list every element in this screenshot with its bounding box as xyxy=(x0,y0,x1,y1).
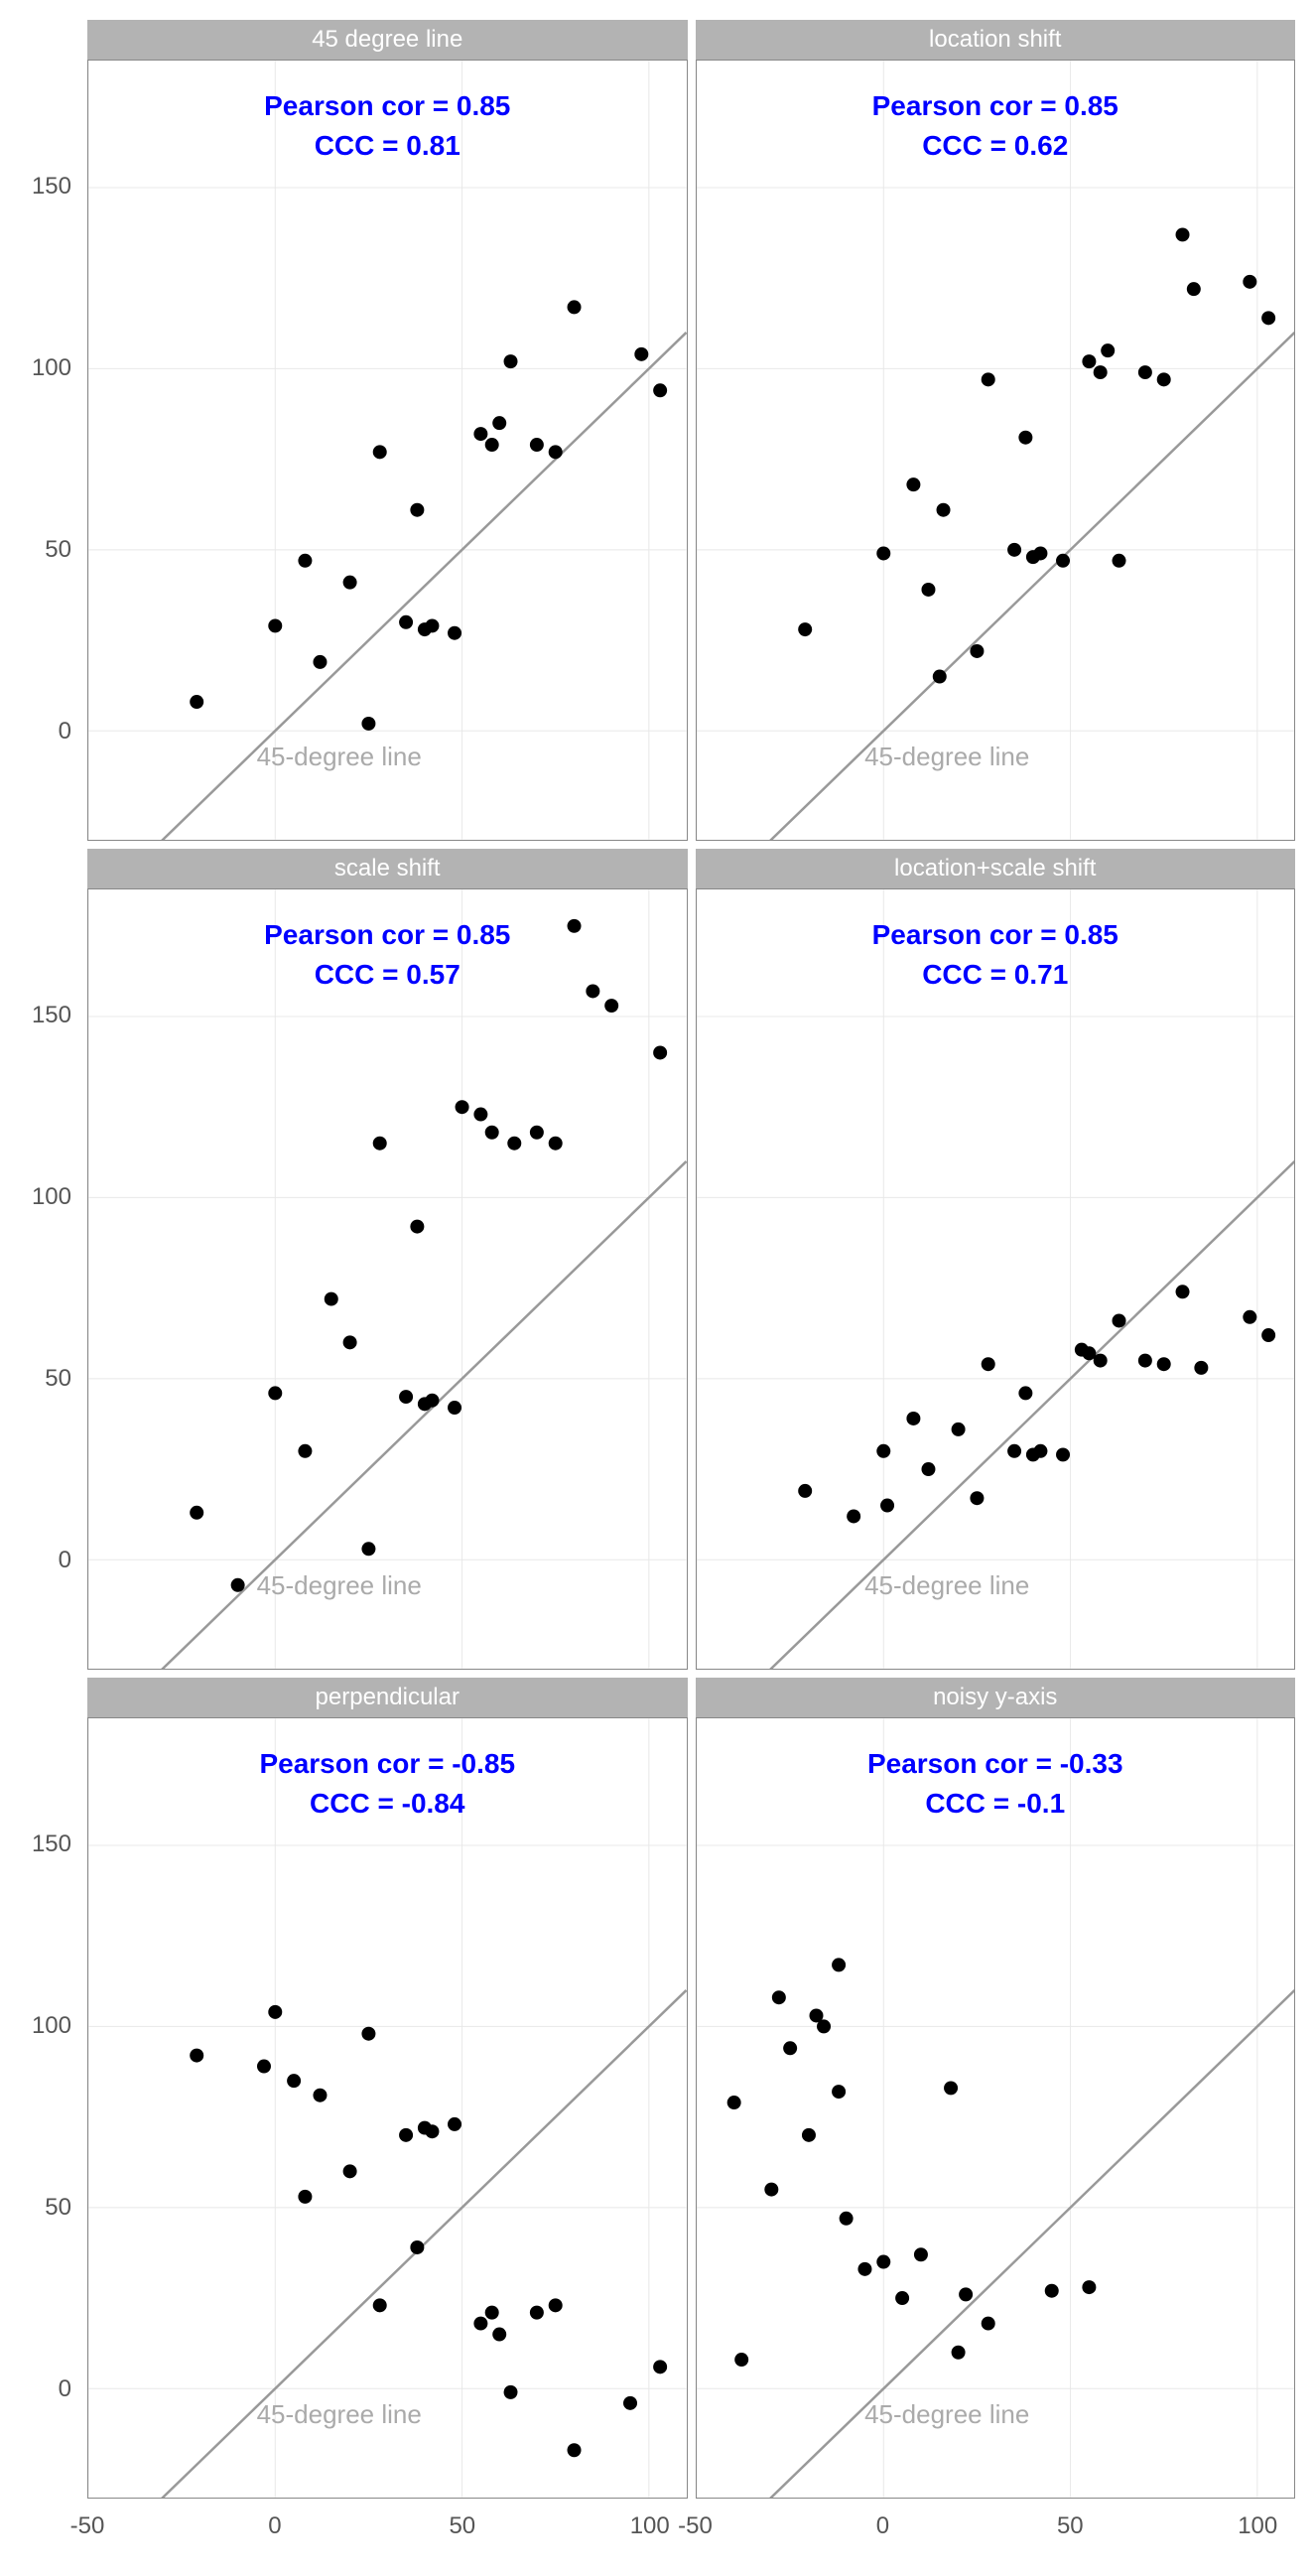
x-axis-col-2: -50050100 xyxy=(696,2507,1296,2556)
y-tick-label: 0 xyxy=(59,1547,71,1574)
y-tick-label: 150 xyxy=(32,1002,71,1029)
ccc-label: CCC = 0.81 xyxy=(315,130,460,162)
panel-noisy-y-axis: noisy y-axis Pearson cor = -0.33 CCC = -0.… xyxy=(696,1678,1296,2499)
reference-line-label: 45-degree line xyxy=(864,2399,1029,2430)
reference-line-label: 45-degree line xyxy=(864,1570,1029,1601)
pearson-label: Pearson cor = 0.85 xyxy=(264,90,510,122)
facet-strip: 45 degree line xyxy=(87,20,688,60)
y-tick-label: 50 xyxy=(45,2194,71,2222)
x-tick-label: 50 xyxy=(449,2512,475,2540)
reference-line-label: 45-degree line xyxy=(864,742,1029,772)
facet-strip: location shift xyxy=(696,20,1296,60)
ccc-label: CCC = -0.84 xyxy=(310,1788,464,1820)
y-tick-label: 100 xyxy=(32,354,71,382)
facet-strip: location+scale shift xyxy=(696,849,1296,888)
ccc-label: CCC = 0.57 xyxy=(315,959,460,991)
plot-area: Pearson cor = 0.85 CCC = 0.62 45-degree li… xyxy=(696,60,1296,841)
y-axis-row-3: 0 50 100 150 xyxy=(20,1678,79,2499)
x-tick-label: 100 xyxy=(630,2512,670,2540)
plot-area: Pearson cor = -0.85 CCC = -0.84 45-degree … xyxy=(87,1717,688,2499)
panel-location-scale-shift: location+scale shift Pearson cor = 0.85 CC… xyxy=(696,849,1296,1670)
y-tick-label: 50 xyxy=(45,536,71,564)
y-tick-label: 150 xyxy=(32,173,71,201)
x-tick-label: 100 xyxy=(1238,2512,1277,2540)
pearson-label: Pearson cor = -0.85 xyxy=(259,1748,515,1780)
facet-strip: scale shift xyxy=(87,849,688,888)
reference-line-label: 45-degree line xyxy=(257,742,422,772)
y-axis-row-1: 0 50 100 150 xyxy=(20,20,79,841)
x-tick-label: 0 xyxy=(268,2512,281,2540)
facet-grid: 050100150 45 degree linePearson cor = 0.… xyxy=(20,20,1295,2556)
ccc-label: CCC = 0.71 xyxy=(922,959,1068,991)
x-tick-label: 50 xyxy=(1057,2512,1084,2540)
pearson-label: Pearson cor = -0.33 xyxy=(867,1748,1123,1780)
panel-45-degree-line: 45 degree line Pearson cor = 0.85 CCC = 0.… xyxy=(87,20,688,841)
pearson-label: Pearson cor = 0.85 xyxy=(264,919,510,951)
x-tick-label: -50 xyxy=(678,2512,713,2540)
x-axis-col-1: -50050100 xyxy=(87,2507,688,2556)
y-tick-label: 150 xyxy=(32,1830,71,1858)
plot-area: Pearson cor = 0.85 CCC = 0.81 45-degree li… xyxy=(87,60,688,841)
ccc-label: CCC = 0.62 xyxy=(922,130,1068,162)
y-axis-row-2: 0 50 100 150 xyxy=(20,849,79,1670)
x-tick-label: -50 xyxy=(70,2512,105,2540)
panel-location-shift: location shift Pearson cor = 0.85 CCC = 0.… xyxy=(696,20,1296,841)
reference-line-label: 45-degree line xyxy=(257,2399,422,2430)
facet-strip: noisy y-axis xyxy=(696,1678,1296,1717)
pearson-label: Pearson cor = 0.85 xyxy=(872,90,1118,122)
ccc-label: CCC = -0.1 xyxy=(925,1788,1065,1820)
y-tick-label: 100 xyxy=(32,2012,71,2040)
pearson-label: Pearson cor = 0.85 xyxy=(872,919,1118,951)
reference-line-label: 45-degree line xyxy=(257,1570,422,1601)
y-tick-label: 0 xyxy=(59,2375,71,2403)
facet-strip: perpendicular xyxy=(87,1678,688,1717)
y-tick-label: 0 xyxy=(59,718,71,746)
y-tick-label: 100 xyxy=(32,1183,71,1211)
panel-scale-shift: scale shift Pearson cor = 0.85 CCC = 0.57 4… xyxy=(87,849,688,1670)
plot-area: Pearson cor = -0.33 CCC = -0.1 45-degree l… xyxy=(696,1717,1296,2499)
x-tick-label: 0 xyxy=(876,2512,889,2540)
y-tick-label: 50 xyxy=(45,1365,71,1393)
plot-area: Pearson cor = 0.85 CCC = 0.71 45-degree li… xyxy=(696,888,1296,1670)
panel-perpendicular: perpendicular Pearson cor = -0.85 CCC = -0… xyxy=(87,1678,688,2499)
plot-area: Pearson cor = 0.85 CCC = 0.57 45-degree li… xyxy=(87,888,688,1670)
